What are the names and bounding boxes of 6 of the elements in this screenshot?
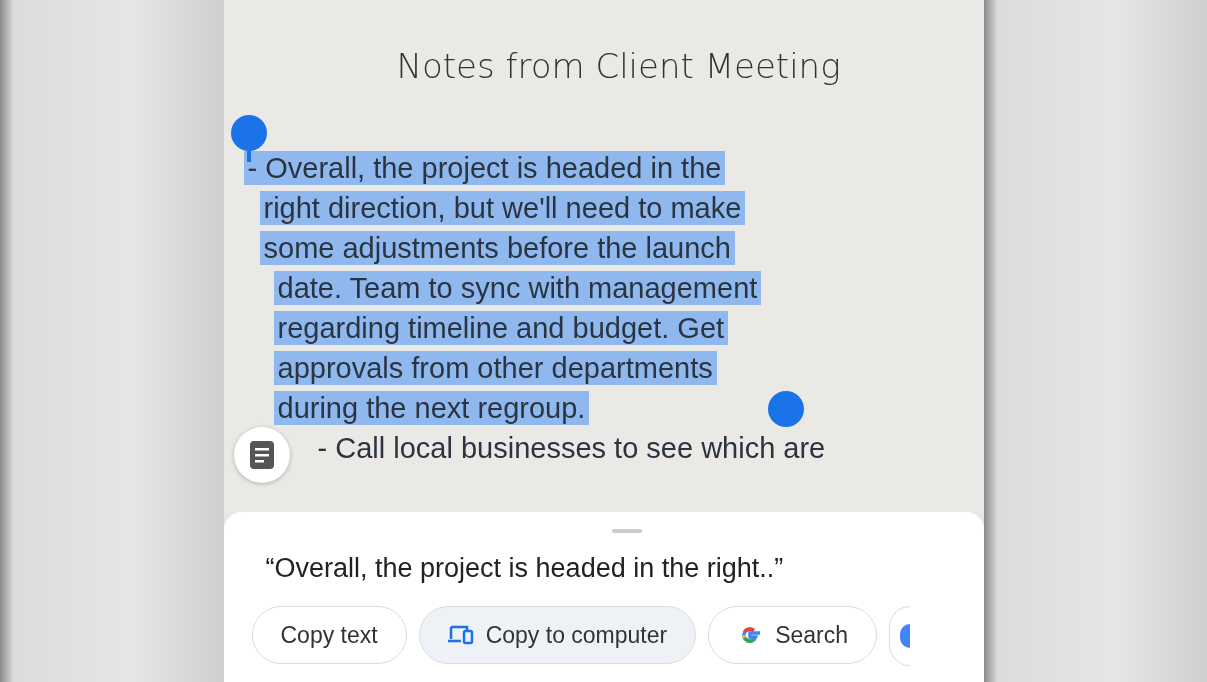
note-title: Notes from Client Meeting [395,46,842,86]
handwritten-line: - Call local businesses to see which are [316,431,827,465]
action-chip[interactable]: Copy text [251,606,407,664]
action-chip[interactable]: Copy to computer [418,606,697,664]
selected-text-quote: “Overall, the project is headed in the right..” [265,553,784,584]
action-chip[interactable]: Search [708,606,878,664]
